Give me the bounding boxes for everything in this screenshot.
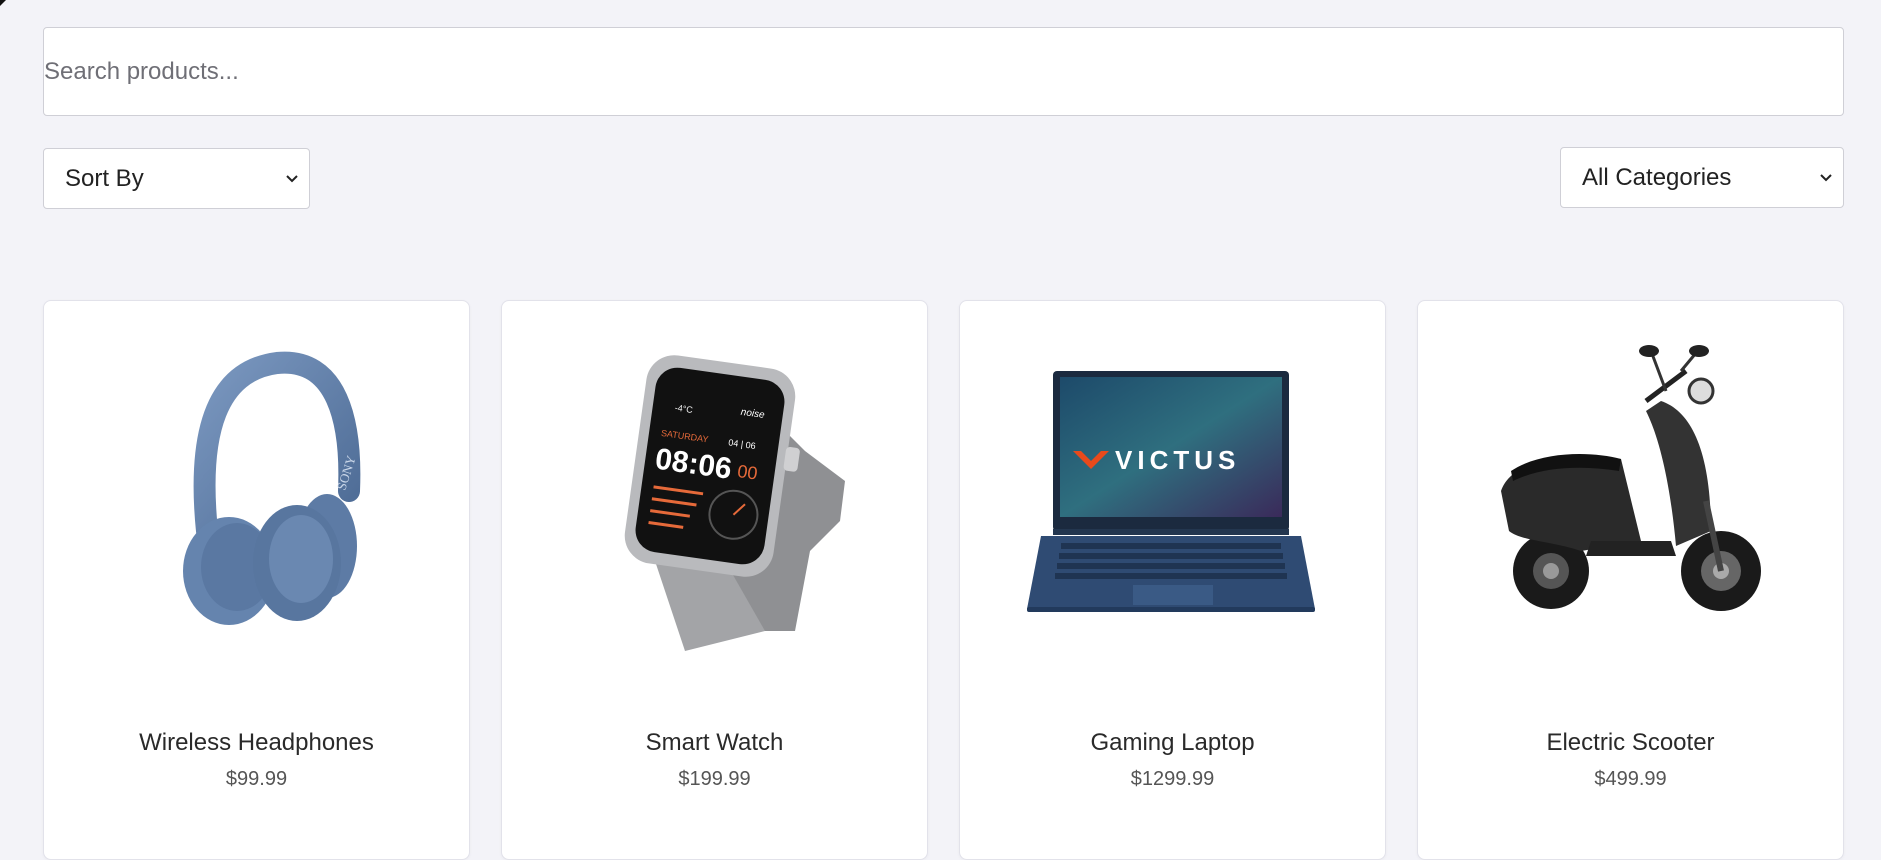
category-select[interactable]: All Categories [1560,147,1844,208]
product-card[interactable]: SONY Wireless Headphones $99.99 [43,300,470,860]
product-name: Electric Scooter [1546,729,1715,756]
chevron-down-icon [1819,171,1833,185]
laptop-image: VICTUS [960,341,1385,641]
headphones-image: SONY [44,341,469,641]
product-grid: SONY Wireless Headphones $99.99 -4°C noi… [43,300,1844,860]
chevron-down-icon [285,172,299,186]
product-card[interactable]: -4°C noise SATURDAY 04 | 06 08:06 00 Sma… [501,300,928,860]
product-price: $499.99 [1594,768,1667,790]
search-box[interactable] [43,27,1844,116]
product-name: Smart Watch [645,729,784,756]
svg-text:00: 00 [736,461,759,484]
product-price: $99.99 [225,768,288,790]
sort-by-label: Sort By [65,164,144,192]
smartwatch-image: -4°C noise SATURDAY 04 | 06 08:06 00 [502,341,927,651]
product-name: Gaming Laptop [1090,729,1255,756]
product-card[interactable]: Electric Scooter $499.99 [1417,300,1844,860]
product-name: Wireless Headphones [139,729,374,756]
product-card[interactable]: VICTUS Gaming Laptop $1299.99 [959,300,1386,860]
search-input[interactable] [44,28,1843,115]
scooter-image [1418,341,1843,641]
product-price: $199.99 [678,768,751,790]
category-label: All Categories [1582,163,1732,191]
product-price: $1299.99 [1130,768,1215,790]
window-corner [0,0,6,6]
sort-by-select[interactable]: Sort By [43,148,310,209]
svg-text:VICTUS: VICTUS [1115,445,1240,475]
